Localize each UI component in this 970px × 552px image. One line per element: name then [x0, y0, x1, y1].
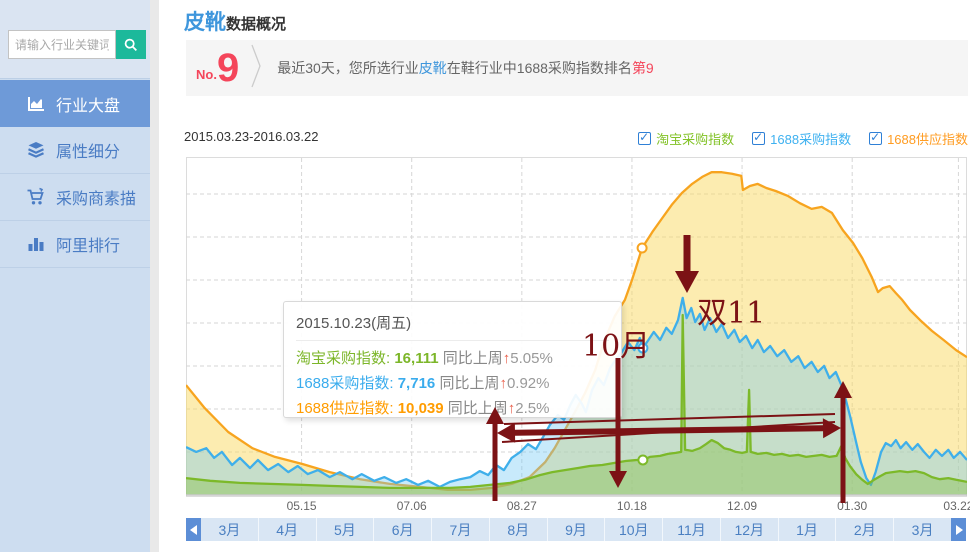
rank-no-label: No.	[196, 67, 217, 82]
month-cell-12[interactable]: 2月	[835, 518, 893, 541]
tooltip-series-value: 16,111	[394, 350, 438, 367]
legend-checkbox[interactable]	[869, 132, 882, 145]
rank-banner: No.9 最近30天，您所选行业皮靴在鞋行业中1688采购指数排名第9	[186, 40, 968, 96]
tooltip-compare-label: 同比上周	[439, 375, 499, 392]
chart-tooltip: 2015.10.23(周五) 淘宝采购指数: 16,111 同比上周↑5.05%…	[283, 301, 622, 418]
x-axis-labels: 05.15 07.06 08.27 10.18 12.09 01.30 03.22	[186, 499, 967, 513]
x-tick-label: 07.06	[397, 499, 427, 513]
page-title: 皮靴数据概况	[184, 6, 286, 36]
sidebar-item-label: 阿里排行	[56, 232, 120, 256]
month-prev-icon	[190, 525, 198, 535]
sidebar-item-1[interactable]: 行业大盘	[0, 80, 150, 127]
x-tick-label: 08.27	[507, 499, 537, 513]
month-cell-13[interactable]: 3月	[893, 518, 951, 541]
legend-checkbox[interactable]	[752, 132, 765, 145]
rank-text-middle: 在鞋行业中1688采购指数排名	[447, 60, 632, 76]
tooltip-percent: 0.92%	[507, 375, 550, 392]
tooltip-compare-label: 同比上周	[448, 400, 508, 417]
month-next-icon	[955, 525, 963, 535]
search-button[interactable]	[116, 30, 146, 59]
x-tick-label: 12.09	[727, 499, 757, 513]
month-cell-4[interactable]: 6月	[373, 518, 431, 541]
title-suffix: 数据概况	[226, 16, 286, 33]
tooltip-row: 1688采购指数: 7,716 同比上周↑0.92%	[296, 371, 609, 396]
trend-icon	[26, 94, 46, 114]
legend-label: 1688采购指数	[770, 129, 851, 148]
tooltip-rows: 淘宝采购指数: 16,111 同比上周↑5.05%1688采购指数: 7,716…	[296, 346, 609, 421]
month-cell-10[interactable]: 12月	[720, 518, 778, 541]
month-nav: 3月4月5月6月7月8月9月10月11月12月1月2月3月	[186, 518, 966, 541]
sidebar-divider-strip	[150, 0, 159, 552]
tooltip-percent: 2.5%	[515, 400, 549, 417]
rank-text: 最近30天，您所选行业皮靴在鞋行业中1688采购指数排名第9	[277, 58, 654, 78]
chart-legend: 淘宝采购指数 1688采购指数 1688供应指数	[186, 129, 968, 148]
layers-icon	[26, 140, 46, 160]
rank-number: 9	[217, 47, 239, 89]
month-cell-9[interactable]: 11月	[662, 518, 720, 541]
tooltip-row: 1688供应指数: 10,039 同比上周↑2.5%	[296, 396, 609, 421]
tooltip-title: 2015.10.23(周五)	[296, 312, 609, 341]
industry-dashboard: 行业大盘属性细分采购商素描阿里排行 皮靴数据概况 No.9 最近30天，您所选行…	[0, 0, 970, 552]
rank-divider-chevron	[251, 44, 263, 93]
search-input[interactable]	[8, 30, 116, 59]
tooltip-series-label: 淘宝采购指数:	[296, 350, 390, 367]
tooltip-series-value: 10,039	[398, 400, 444, 417]
tooltip-series-value: 7,716	[398, 375, 436, 392]
sidebar-menu: 行业大盘属性细分采购商素描阿里排行	[0, 80, 150, 268]
legend-item-3[interactable]: 1688供应指数	[869, 129, 968, 148]
sidebar-item-3[interactable]: 采购商素描	[0, 174, 150, 221]
x-tick-label: 05.15	[287, 499, 317, 513]
month-prev-button[interactable]	[186, 518, 201, 541]
tooltip-series-label: 1688供应指数:	[296, 400, 394, 417]
cart-icon	[26, 187, 46, 207]
legend-checkbox[interactable]	[638, 132, 651, 145]
tooltip-compare-label: 同比上周	[443, 350, 503, 367]
up-arrow-icon: ↑	[499, 375, 507, 392]
tooltip-percent: 5.05%	[510, 350, 553, 367]
x-tick-label: 01.30	[837, 499, 867, 513]
title-keyword: 皮靴	[184, 11, 226, 34]
month-cell-1[interactable]: 3月	[201, 518, 258, 541]
month-cell-5[interactable]: 7月	[431, 518, 489, 541]
month-cells: 3月4月5月6月7月8月9月10月11月12月1月2月3月	[201, 518, 951, 541]
month-cell-7[interactable]: 9月	[547, 518, 605, 541]
tooltip-series-label: 1688采购指数:	[296, 375, 394, 392]
legend-label: 1688供应指数	[887, 129, 968, 148]
bars-icon	[26, 234, 46, 254]
rank-text-prefix: 最近30天，您所选行业	[277, 60, 419, 76]
sidebar-item-label: 行业大盘	[56, 92, 120, 116]
x-tick-label: 03.22	[943, 499, 970, 513]
rank-number-group: No.9	[196, 47, 239, 89]
month-next-button[interactable]	[951, 518, 966, 541]
rank-value: 第9	[632, 60, 654, 76]
sidebar-item-label: 属性细分	[56, 138, 120, 162]
month-cell-8[interactable]: 10月	[604, 518, 662, 541]
sidebar-search	[0, 0, 150, 79]
sidebar-item-label: 采购商素描	[56, 185, 136, 209]
legend-label: 淘宝采购指数	[656, 129, 734, 148]
search-icon	[123, 37, 139, 53]
month-cell-2[interactable]: 4月	[258, 518, 316, 541]
legend-item-2[interactable]: 1688采购指数	[752, 129, 851, 148]
sidebar-item-2[interactable]: 属性细分	[0, 127, 150, 174]
month-cell-3[interactable]: 5月	[316, 518, 374, 541]
x-tick-label: 10.18	[617, 499, 647, 513]
tooltip-row: 淘宝采购指数: 16,111 同比上周↑5.05%	[296, 346, 609, 371]
month-cell-11[interactable]: 1月	[778, 518, 836, 541]
sidebar-item-4[interactable]: 阿里排行	[0, 221, 150, 268]
month-cell-6[interactable]: 8月	[489, 518, 547, 541]
sidebar: 行业大盘属性细分采购商素描阿里排行	[0, 0, 150, 552]
rank-keyword: 皮靴	[419, 60, 447, 76]
legend-item-1[interactable]: 淘宝采购指数	[638, 129, 734, 148]
